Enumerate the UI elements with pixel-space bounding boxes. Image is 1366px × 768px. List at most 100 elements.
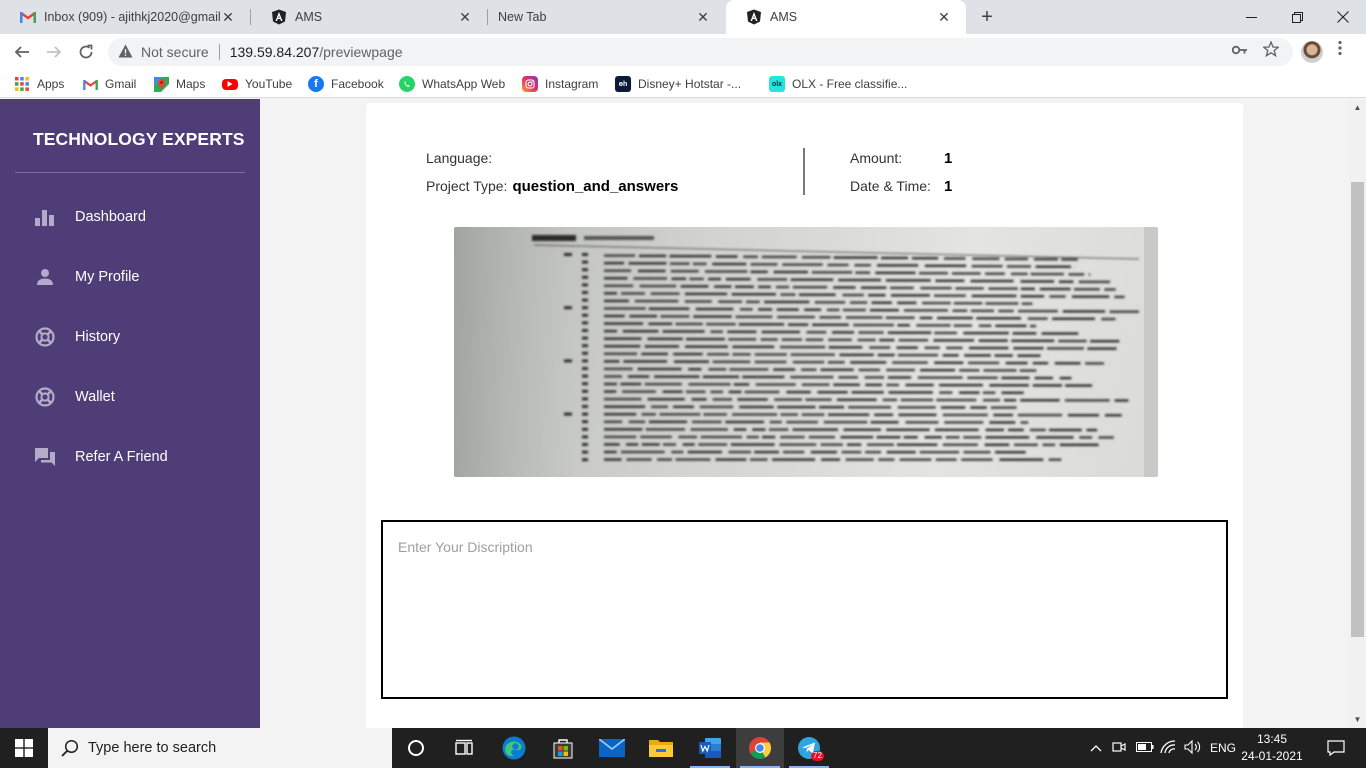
person-icon <box>34 266 56 288</box>
security-status-label[interactable]: Not secure <box>141 44 209 60</box>
battery-icon[interactable] <box>1136 741 1158 755</box>
input-language[interactable]: ENG <box>1210 741 1236 755</box>
tab-new-tab[interactable]: New Tab ✕ <box>478 0 725 34</box>
hotstar-icon: ɵh <box>615 76 631 92</box>
mail-button[interactable] <box>588 728 636 768</box>
brand-title[interactable]: TECHNOLOGY EXPERTS <box>33 129 245 150</box>
restore-button[interactable] <box>1274 0 1320 34</box>
bookmark-whatsapp[interactable]: WhatsApp Web <box>399 76 505 92</box>
close-tab-icon[interactable]: ✕ <box>695 9 711 25</box>
task-view-button[interactable] <box>440 728 488 768</box>
url-path: /previewpage <box>319 44 403 60</box>
edge-icon <box>502 736 526 760</box>
bookmark-label: Maps <box>176 77 206 91</box>
wifi-icon[interactable] <box>1160 739 1182 757</box>
page-scrollbar[interactable]: ▲ ▼ <box>1349 99 1366 728</box>
info-divider <box>803 148 805 195</box>
project-type-label: Project Type: <box>426 178 508 194</box>
sidebar-item-my-profile[interactable]: My Profile <box>0 257 260 297</box>
bookmark-facebook[interactable]: f Facebook <box>308 76 384 92</box>
datetime-label: Date & Time: <box>850 178 931 194</box>
start-button[interactable] <box>0 728 48 768</box>
sidebar-item-refer-a-friend[interactable]: Refer A Friend <box>0 437 260 477</box>
tab-ams-active[interactable]: AMS ✕ <box>726 0 966 34</box>
project-info-right: Amount: 1 Date & Time: 1 <box>850 150 952 206</box>
action-center-button[interactable] <box>1316 728 1356 768</box>
forward-button[interactable] <box>42 40 66 64</box>
language-row: Language: <box>426 150 678 178</box>
word-button[interactable] <box>686 728 734 768</box>
back-button[interactable] <box>10 40 34 64</box>
scroll-up-arrow-icon[interactable]: ▲ <box>1349 99 1366 116</box>
sidebar-item-history[interactable]: History <box>0 317 260 357</box>
tab-title: AMS <box>295 10 323 24</box>
close-tab-icon[interactable]: ✕ <box>220 9 236 25</box>
chrome-button[interactable] <box>736 728 784 768</box>
scrollbar-thumb[interactable] <box>1351 182 1364 637</box>
chrome-menu-icon[interactable] <box>1338 40 1342 61</box>
windows-taskbar: Type here to search 72 ENG 13:45 24-01-2… <box>0 728 1366 768</box>
language-label: Language: <box>426 150 493 166</box>
store-button[interactable] <box>539 728 587 768</box>
sidebar-item-label: Dashboard <box>75 209 146 225</box>
search-icon <box>60 738 80 758</box>
project-info-left: Language: Project Type: question_and_ans… <box>426 150 678 206</box>
lifebuoy-icon <box>34 386 56 408</box>
cortana-button[interactable] <box>392 728 440 768</box>
minimize-button[interactable] <box>1228 0 1274 34</box>
gmail-icon <box>82 76 98 92</box>
bookmark-olx[interactable]: olx OLX - Free classifie... <box>769 76 907 92</box>
close-window-button[interactable] <box>1320 0 1366 34</box>
close-tab-icon[interactable]: ✕ <box>457 9 473 25</box>
address-bar[interactable]: Not secure 139.59.84.207 /previewpage <box>108 38 1293 66</box>
clock-date: 24-01-2021 <box>1241 749 1303 763</box>
reload-icon <box>79 44 93 59</box>
bookmark-apps[interactable]: Apps <box>14 76 64 92</box>
new-tab-button[interactable]: + <box>976 6 998 28</box>
system-clock[interactable]: 13:45 24-01-2021 <box>1240 731 1304 765</box>
edge-button[interactable] <box>490 728 538 768</box>
bookmark-youtube[interactable]: YouTube <box>222 76 292 92</box>
amount-label: Amount: <box>850 150 903 166</box>
telegram-button[interactable]: 72 <box>785 728 833 768</box>
file-explorer-button[interactable] <box>637 728 685 768</box>
profile-avatar[interactable] <box>1301 41 1323 63</box>
description-textarea[interactable] <box>381 520 1228 699</box>
bookmark-label: YouTube <box>245 77 293 91</box>
sidebar-item-dashboard[interactable]: Dashboard <box>0 197 260 237</box>
warning-triangle-icon <box>118 44 133 61</box>
file-explorer-icon <box>649 740 673 757</box>
bookmark-hotstar[interactable]: ɵh Disney+ Hotstar -... <box>615 76 741 92</box>
bookmark-star-icon[interactable] <box>1261 40 1281 61</box>
reload-button[interactable] <box>74 40 98 64</box>
meet-now-icon[interactable] <box>1112 740 1132 757</box>
tab-ams[interactable]: AMS ✕ <box>251 0 487 34</box>
show-hidden-icons-icon[interactable] <box>1090 741 1106 755</box>
key-icon[interactable] <box>1231 42 1248 59</box>
close-tab-icon[interactable]: ✕ <box>936 9 952 25</box>
lifebuoy-icon <box>34 326 56 348</box>
bookmarks-bar: Apps Gmail Maps YouTube f Facebook Whats… <box>0 70 1366 98</box>
system-tray: ENG <box>1090 728 1236 768</box>
address-divider <box>218 44 220 60</box>
notification-icon <box>1327 740 1345 756</box>
amount-value: 1 <box>944 150 953 167</box>
bookmark-label: Disney+ Hotstar -... <box>638 77 742 91</box>
telegram-unread-badge: 72 <box>811 751 824 761</box>
scroll-down-arrow-icon[interactable]: ▼ <box>1349 711 1366 728</box>
amount-row: Amount: 1 <box>850 150 952 178</box>
taskbar-search[interactable]: Type here to search <box>48 728 392 768</box>
sidebar-item-wallet[interactable]: Wallet <box>0 377 260 417</box>
preview-card: Language: Project Type: question_and_ans… <box>366 103 1243 728</box>
tab-gmail-inbox[interactable]: Inbox (909) - ajithkj2020@gmail.com ✕ <box>0 0 250 34</box>
sidebar: TECHNOLOGY EXPERTS Dashboard My Profile … <box>0 99 260 728</box>
volume-icon[interactable] <box>1184 739 1206 757</box>
arrow-left-icon <box>14 46 29 58</box>
instagram-icon <box>522 76 538 92</box>
mail-icon <box>599 739 625 757</box>
bookmark-maps[interactable]: Maps <box>153 76 205 92</box>
youtube-icon <box>222 78 238 90</box>
blurred-document-photo <box>454 227 1158 477</box>
bookmark-instagram[interactable]: Instagram <box>522 76 598 92</box>
bookmark-gmail[interactable]: Gmail <box>82 76 136 92</box>
